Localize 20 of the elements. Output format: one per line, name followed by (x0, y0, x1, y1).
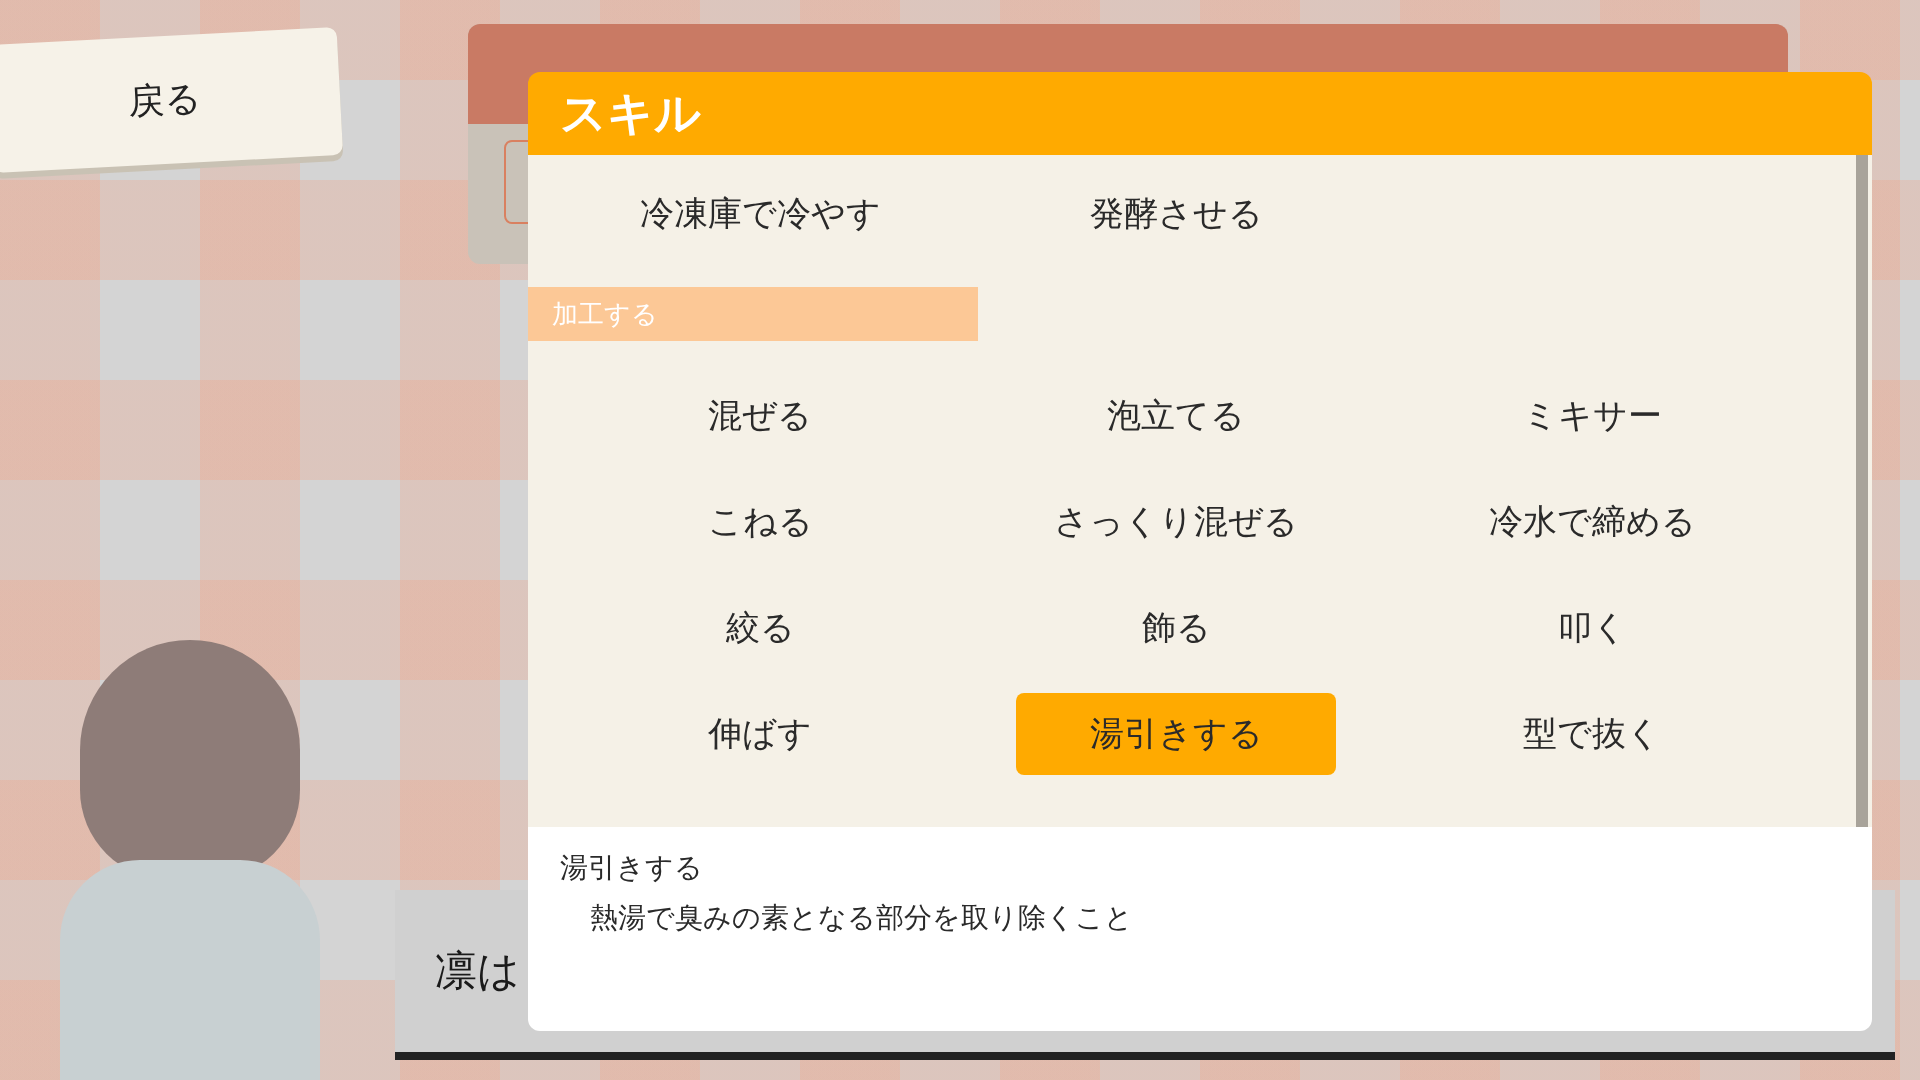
skill-item[interactable]: 飾る (1016, 587, 1336, 669)
dialog-title: スキル (560, 84, 701, 142)
section-title: 加工する (552, 297, 658, 331)
skill-item[interactable]: 伸ばす (600, 693, 920, 775)
scrollbar[interactable] (1856, 155, 1868, 827)
skill-item[interactable]: 混ぜる (600, 375, 920, 457)
dialogue-text: 凛は (435, 945, 520, 997)
skill-item[interactable]: ミキサー (1432, 375, 1752, 457)
skill-item[interactable]: 冷水で締める (1432, 481, 1752, 563)
skill-item[interactable]: さっくり混ぜる (1016, 481, 1336, 563)
skill-item[interactable]: こねる (600, 481, 920, 563)
skill-item[interactable]: 湯引きする (1016, 693, 1336, 775)
skill-item[interactable]: 冷凍庫で冷やす (600, 173, 920, 255)
skill-item[interactable]: 発酵させる (1016, 173, 1336, 255)
skill-item[interactable]: 叩く (1432, 587, 1752, 669)
skill-item[interactable]: 泡立てる (1016, 375, 1336, 457)
description-title: 湯引きする (560, 850, 704, 886)
description-text: 熱湯で臭みの素となる部分を取り除くこと (589, 900, 1134, 936)
skill-item[interactable]: 型で抜く (1432, 693, 1752, 775)
skill-item[interactable]: 絞る (600, 587, 920, 669)
